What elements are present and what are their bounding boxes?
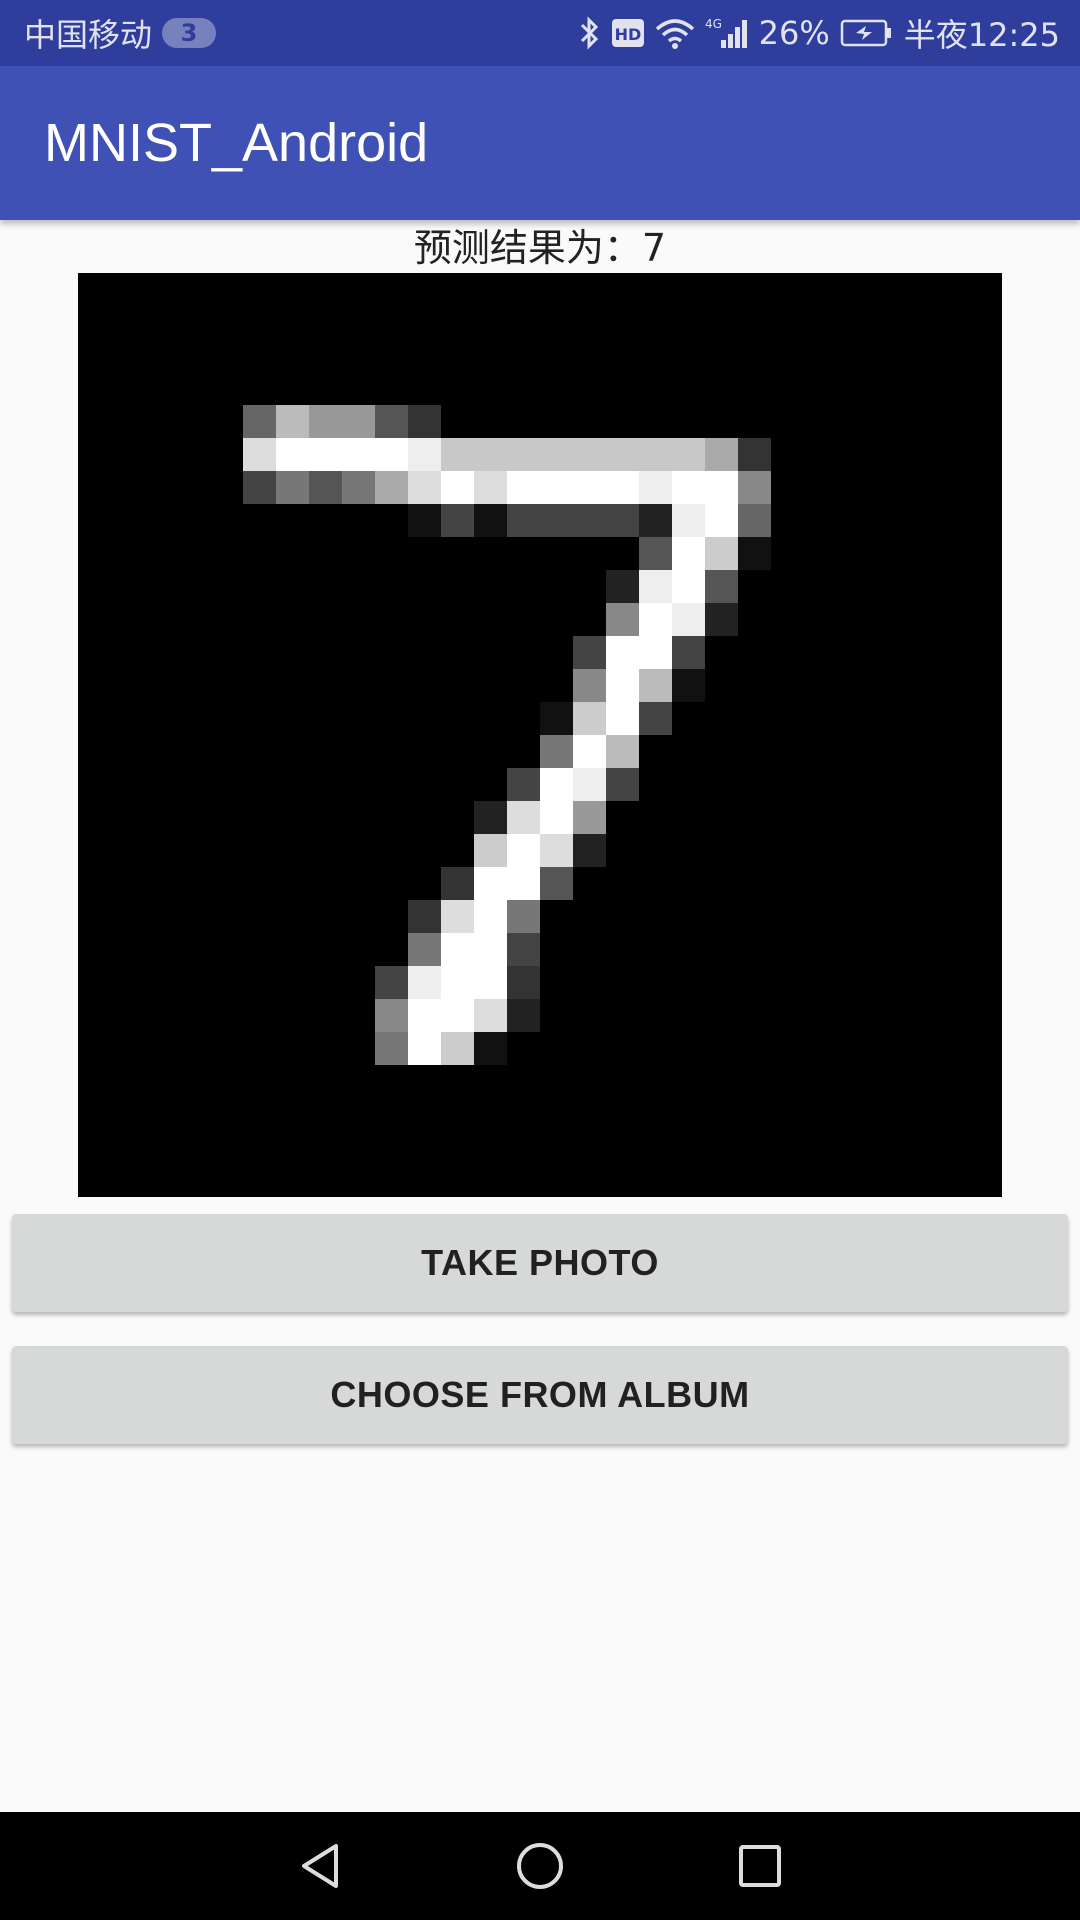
wifi-icon bbox=[655, 17, 695, 49]
status-right: HD 4G 26% 半夜12:25 bbox=[579, 0, 1060, 66]
battery-percent: 26% bbox=[758, 14, 830, 52]
status-left: 中国移动 3 bbox=[24, 0, 217, 66]
home-icon bbox=[517, 1843, 563, 1889]
app-bar: MNIST_Android bbox=[0, 66, 1080, 220]
signal-icon: 4G bbox=[705, 16, 749, 50]
take-photo-button[interactable]: TAKE PHOTO bbox=[12, 1214, 1068, 1312]
back-button[interactable] bbox=[260, 1812, 380, 1920]
status-bar: 中国移动 3 HD 4G 26% 半夜12:25 bbox=[0, 0, 1080, 66]
svg-text:HD: HD bbox=[614, 25, 641, 44]
bluetooth-icon bbox=[579, 16, 601, 50]
back-icon bbox=[302, 1844, 338, 1888]
battery-charging-icon bbox=[840, 18, 894, 48]
prediction-result: 预测结果为：7 bbox=[413, 226, 667, 270]
recent-apps-icon bbox=[739, 1845, 781, 1887]
app-title: MNIST_Android bbox=[44, 113, 429, 173]
clock: 半夜12:25 bbox=[903, 16, 1060, 54]
mnist-digit-image bbox=[78, 273, 1002, 1197]
navigation-bar bbox=[0, 1812, 1080, 1920]
network-label: 4G bbox=[705, 17, 722, 31]
carrier-label: 中国移动 bbox=[24, 16, 153, 54]
sim-badge: 3 bbox=[162, 18, 217, 48]
hd-icon: HD bbox=[611, 18, 645, 48]
home-button[interactable] bbox=[480, 1812, 600, 1920]
recent-apps-button[interactable] bbox=[700, 1812, 820, 1920]
digit-seven-pixels bbox=[243, 405, 771, 1065]
choose-from-album-button[interactable]: CHOOSE FROM ALBUM bbox=[12, 1346, 1068, 1444]
